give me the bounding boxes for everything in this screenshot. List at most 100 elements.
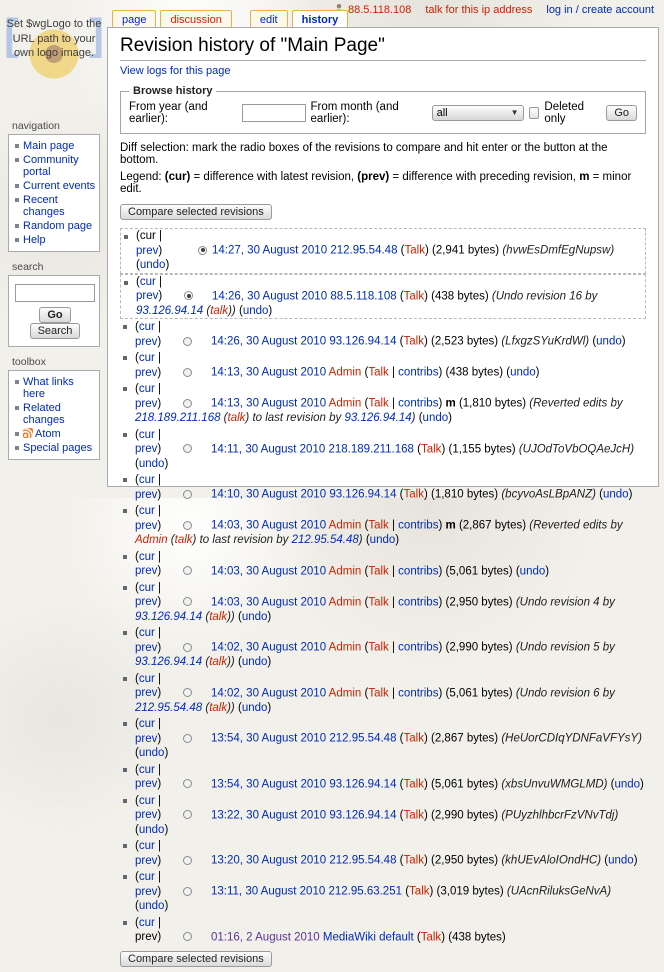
inline-link[interactable]: Talk xyxy=(404,489,424,501)
revision-user-link[interactable]: 88.5.118.108 xyxy=(330,290,396,302)
toolbox-item-atom[interactable]: Atom xyxy=(13,427,97,441)
inline-link[interactable]: contribs xyxy=(398,687,438,699)
revision-user-link[interactable]: 212.95.54.48 xyxy=(329,733,396,745)
revision-select-radio[interactable] xyxy=(183,932,192,941)
toolbox-item-special-pages[interactable]: Special pages xyxy=(13,441,97,455)
tab-page[interactable]: page xyxy=(112,10,156,28)
inline-link[interactable]: prev xyxy=(135,596,157,608)
revision-user-link[interactable]: 93.126.94.14 xyxy=(329,336,396,348)
revision-select-radio[interactable] xyxy=(198,246,207,255)
inline-link[interactable]: cur xyxy=(139,352,155,364)
revision-select-radio[interactable] xyxy=(183,566,192,575)
sidebar-item-recent-changes[interactable]: Recent changes xyxy=(13,193,97,219)
user-talk-page-link[interactable]: talk for this ip address xyxy=(425,4,532,16)
search-input[interactable] xyxy=(15,284,95,302)
toolbox-link[interactable]: What links here xyxy=(23,376,74,400)
revision-user-link[interactable]: 93.126.94.14 xyxy=(329,489,396,501)
inline-link[interactable]: talk xyxy=(209,656,227,668)
sidebar-item-help[interactable]: Help xyxy=(13,233,97,247)
inline-link[interactable]: cur xyxy=(139,718,155,730)
toolbox-link[interactable]: Atom xyxy=(35,428,61,440)
inline-link[interactable]: contribs xyxy=(398,596,438,608)
tab-discussion-link[interactable]: discussion xyxy=(170,14,221,26)
revision-date-link[interactable]: 14:03, 30 August 2010 xyxy=(211,596,326,608)
revision-select-radio[interactable] xyxy=(183,734,192,743)
revision-select-radio[interactable] xyxy=(183,643,192,652)
tab-edit-link[interactable]: edit xyxy=(260,14,278,26)
revision-date-link[interactable]: 14:03, 30 August 2010 xyxy=(211,520,326,532)
revision-date-link[interactable]: 14:10, 30 August 2010 xyxy=(211,489,326,501)
inline-link[interactable]: undo xyxy=(370,534,396,546)
inline-link[interactable]: undo xyxy=(139,824,165,836)
revision-date-link[interactable]: 13:54, 30 August 2010 xyxy=(211,778,326,790)
revision-date-link[interactable]: 13:11, 30 August 2010 xyxy=(211,886,325,898)
inline-link[interactable]: Talk xyxy=(404,855,424,867)
inline-link[interactable]: prev xyxy=(135,336,157,348)
sidebar-link[interactable]: Help xyxy=(23,234,46,246)
revision-select-radio[interactable] xyxy=(183,368,192,377)
month-select[interactable]: all▼ xyxy=(432,105,524,121)
inline-link[interactable]: cur xyxy=(139,917,155,929)
inline-link[interactable]: prev xyxy=(136,290,158,302)
inline-link[interactable]: talk xyxy=(175,534,193,546)
inline-link[interactable]: prev xyxy=(135,687,157,699)
revision-date-link[interactable]: 14:13, 30 August 2010 xyxy=(211,398,326,410)
inline-link[interactable]: prev xyxy=(135,565,157,577)
revision-date-link[interactable]: 14:03, 30 August 2010 xyxy=(211,565,326,577)
inline-link[interactable]: cur xyxy=(139,795,155,807)
sidebar-link[interactable]: Random page xyxy=(23,220,92,232)
inline-link[interactable]: contribs xyxy=(398,367,438,379)
inline-link[interactable]: Talk xyxy=(368,596,388,608)
revision-date-link[interactable]: 14:26, 30 August 2010 xyxy=(212,290,327,302)
inline-link[interactable]: cur xyxy=(139,551,155,563)
revision-date-link[interactable]: 13:22, 30 August 2010 xyxy=(211,809,326,821)
toolbox-link[interactable]: Related changes xyxy=(23,402,65,426)
revision-select-radio[interactable] xyxy=(183,887,192,896)
inline-link[interactable]: undo xyxy=(242,702,268,714)
search-go-button[interactable]: Go xyxy=(39,307,70,323)
inline-link[interactable]: undo xyxy=(614,778,640,790)
revision-select-radio[interactable] xyxy=(183,688,192,697)
revision-date-link[interactable]: 01:16, 2 August 2010 xyxy=(211,931,320,943)
revision-date-link[interactable]: 13:54, 30 August 2010 xyxy=(211,733,326,745)
inline-link[interactable]: Talk xyxy=(368,398,388,410)
inline-link[interactable]: cur xyxy=(139,840,155,852)
inline-link[interactable]: cur xyxy=(139,627,155,639)
revision-date-link[interactable]: 14:02, 30 August 2010 xyxy=(211,642,326,654)
inline-link[interactable]: undo xyxy=(608,855,634,867)
inline-link[interactable]: undo xyxy=(139,458,165,470)
inline-link[interactable]: prev xyxy=(135,886,157,898)
inline-link[interactable]: Talk xyxy=(404,778,424,790)
inline-link[interactable]: 93.126.94.14 xyxy=(135,611,202,623)
revision-select-radio[interactable] xyxy=(183,521,192,530)
sidebar-link[interactable]: Recent changes xyxy=(23,194,65,218)
inline-link[interactable]: undo xyxy=(242,656,268,668)
inline-link[interactable]: Talk xyxy=(368,520,388,532)
inline-link[interactable]: prev xyxy=(135,778,157,790)
revision-select-radio[interactable] xyxy=(183,779,192,788)
inline-link[interactable]: undo xyxy=(596,336,622,348)
inline-link[interactable]: Talk xyxy=(368,687,388,699)
revision-date-link[interactable]: 14:13, 30 August 2010 xyxy=(211,367,326,379)
login-link[interactable]: log in / create account xyxy=(546,4,654,16)
revision-select-radio[interactable] xyxy=(183,597,192,606)
revision-user-link[interactable]: MediaWiki default xyxy=(323,931,414,943)
inline-link[interactable]: talk xyxy=(209,702,227,714)
inline-link[interactable]: Talk xyxy=(409,886,429,898)
browse-go-button[interactable]: Go xyxy=(606,105,637,121)
inline-link[interactable]: prev xyxy=(135,642,157,654)
toolbox-item-related-changes[interactable]: Related changes xyxy=(13,401,97,427)
inline-link[interactable]: Talk xyxy=(421,443,441,455)
revision-user-link[interactable]: 212.95.54.48 xyxy=(330,245,397,257)
revision-date-link[interactable]: 13:20, 30 August 2010 xyxy=(211,855,326,867)
inline-link[interactable]: cur xyxy=(139,582,155,594)
revision-select-radio[interactable] xyxy=(183,337,192,346)
inline-link[interactable]: cur xyxy=(139,871,155,883)
revision-user-link[interactable]: Admin xyxy=(329,642,362,654)
inline-link[interactable]: contribs xyxy=(398,642,438,654)
inline-link[interactable]: prev xyxy=(135,855,157,867)
sidebar-link[interactable]: Current events xyxy=(23,180,95,192)
inline-link[interactable]: undo xyxy=(520,565,546,577)
tab-discussion[interactable]: discussion xyxy=(160,10,231,28)
inline-link[interactable]: Admin xyxy=(135,534,168,546)
